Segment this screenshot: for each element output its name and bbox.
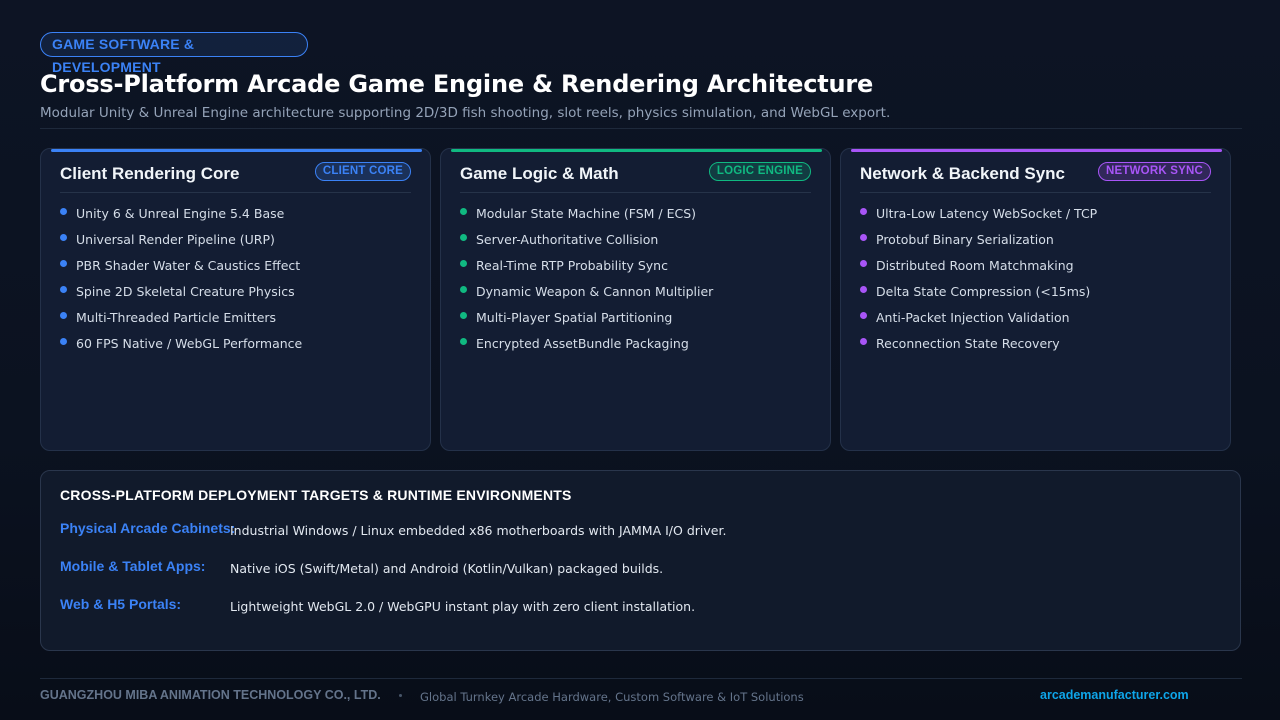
footer-separator-dot-icon xyxy=(399,694,402,697)
feature-list: Unity 6 & Unreal Engine 5.4 Base Univers… xyxy=(60,206,302,362)
feature-label: Anti-Packet Injection Validation xyxy=(876,310,1070,325)
category-tag: GAME SOFTWARE & DEVELOPMENT xyxy=(40,32,308,75)
deployment-label: Mobile & Tablet Apps: xyxy=(60,558,206,574)
feature-label: Server-Authoritative Collision xyxy=(476,232,659,247)
card-divider xyxy=(460,192,811,193)
bullet-dot-icon xyxy=(860,208,867,215)
page-subtitle: Modular Unity & Unreal Engine architectu… xyxy=(40,105,891,121)
bullet-dot-icon xyxy=(60,260,67,267)
footer-website-link[interactable]: arcademanufacturer.com xyxy=(1040,688,1189,702)
feature-label: Encrypted AssetBundle Packaging xyxy=(476,336,689,351)
bullet-dot-icon xyxy=(460,312,467,319)
feature-item: Modular State Machine (FSM / ECS) xyxy=(460,206,713,232)
feature-item: Anti-Packet Injection Validation xyxy=(860,310,1097,336)
card-game-logic: Game Logic & Math LOGIC ENGINE Modular S… xyxy=(440,148,831,451)
feature-label: PBR Shader Water & Caustics Effect xyxy=(76,258,301,273)
bullet-dot-icon xyxy=(860,338,867,345)
feature-list: Modular State Machine (FSM / ECS) Server… xyxy=(460,206,713,362)
feature-item: Reconnection State Recovery xyxy=(860,336,1097,362)
bullet-dot-icon xyxy=(860,286,867,293)
feature-item: Server-Authoritative Collision xyxy=(460,232,713,258)
feature-label: Distributed Room Matchmaking xyxy=(876,258,1074,273)
feature-label: Reconnection State Recovery xyxy=(876,336,1060,351)
feature-item: Multi-Threaded Particle Emitters xyxy=(60,310,302,336)
feature-item: Spine 2D Skeletal Creature Physics xyxy=(60,284,302,310)
card-divider xyxy=(60,192,411,193)
bullet-dot-icon xyxy=(860,260,867,267)
bullet-dot-icon xyxy=(60,312,67,319)
bullet-dot-icon xyxy=(60,286,67,293)
feature-label: Unity 6 & Unreal Engine 5.4 Base xyxy=(76,206,285,221)
card-network-sync: Network & Backend Sync NETWORK SYNC Ultr… xyxy=(840,148,1231,451)
page-title: Cross-Platform Arcade Game Engine & Rend… xyxy=(40,70,874,98)
feature-label: Ultra-Low Latency WebSocket / TCP xyxy=(876,206,1098,221)
feature-label: Multi-Player Spatial Partitioning xyxy=(476,310,673,325)
feature-item: Delta State Compression (<15ms) xyxy=(860,284,1097,310)
deployment-label: Web & H5 Portals: xyxy=(60,596,182,612)
footer-company: GUANGZHOU MIBA ANIMATION TECHNOLOGY CO.,… xyxy=(40,688,381,702)
deployment-value: Lightweight WebGL 2.0 / WebGPU instant p… xyxy=(230,599,696,614)
bullet-dot-icon xyxy=(460,260,467,267)
footer-tagline: Global Turnkey Arcade Hardware, Custom S… xyxy=(420,690,804,704)
card-badge: LOGIC ENGINE xyxy=(708,162,811,181)
deployment-value: Industrial Windows / Linux embedded x86 … xyxy=(230,523,727,538)
feature-item: Multi-Player Spatial Partitioning xyxy=(460,310,713,336)
feature-label: 60 FPS Native / WebGL Performance xyxy=(76,336,303,351)
bullet-dot-icon xyxy=(460,338,467,345)
card-accent-bar xyxy=(51,149,422,152)
card-title: Client Rendering Core xyxy=(60,164,240,183)
bullet-dot-icon xyxy=(60,234,67,241)
card-accent-bar xyxy=(851,149,1222,152)
feature-item: Ultra-Low Latency WebSocket / TCP xyxy=(860,206,1097,232)
bullet-dot-icon xyxy=(860,312,867,319)
card-title: Game Logic & Math xyxy=(460,164,619,183)
feature-label: Multi-Threaded Particle Emitters xyxy=(76,310,277,325)
deployment-label: Physical Arcade Cabinets: xyxy=(60,520,236,536)
feature-item: PBR Shader Water & Caustics Effect xyxy=(60,258,302,284)
feature-item: 60 FPS Native / WebGL Performance xyxy=(60,336,302,362)
feature-item: Distributed Room Matchmaking xyxy=(860,258,1097,284)
bullet-dot-icon xyxy=(60,338,67,345)
feature-item: Unity 6 & Unreal Engine 5.4 Base xyxy=(60,206,302,232)
bullet-dot-icon xyxy=(460,234,467,241)
card-badge: NETWORK SYNC xyxy=(1098,162,1211,181)
card-badge: CLIENT CORE xyxy=(314,162,411,181)
feature-label: Delta State Compression (<15ms) xyxy=(876,284,1091,299)
header-divider xyxy=(40,128,1242,129)
deployment-title: CROSS-PLATFORM DEPLOYMENT TARGETS & RUNT… xyxy=(60,487,572,503)
feature-label: Protobuf Binary Serialization xyxy=(876,232,1054,247)
feature-list: Ultra-Low Latency WebSocket / TCP Protob… xyxy=(860,206,1097,362)
footer-divider xyxy=(40,678,1242,679)
card-divider xyxy=(860,192,1211,193)
deployment-value: Native iOS (Swift/Metal) and Android (Ko… xyxy=(230,561,664,576)
bullet-dot-icon xyxy=(460,286,467,293)
feature-item: Encrypted AssetBundle Packaging xyxy=(460,336,713,362)
card-title: Network & Backend Sync xyxy=(860,164,1066,183)
feature-label: Modular State Machine (FSM / ECS) xyxy=(476,206,697,221)
feature-item: Protobuf Binary Serialization xyxy=(860,232,1097,258)
feature-label: Real-Time RTP Probability Sync xyxy=(476,258,668,273)
feature-label: Dynamic Weapon & Cannon Multiplier xyxy=(476,284,714,299)
card-accent-bar xyxy=(451,149,822,152)
feature-item: Universal Render Pipeline (URP) xyxy=(60,232,302,258)
feature-item: Dynamic Weapon & Cannon Multiplier xyxy=(460,284,713,310)
bullet-dot-icon xyxy=(860,234,867,241)
card-client-rendering: Client Rendering Core CLIENT CORE Unity … xyxy=(40,148,431,451)
bullet-dot-icon xyxy=(460,208,467,215)
feature-label: Spine 2D Skeletal Creature Physics xyxy=(76,284,295,299)
feature-item: Real-Time RTP Probability Sync xyxy=(460,258,713,284)
deployment-panel: CROSS-PLATFORM DEPLOYMENT TARGETS & RUNT… xyxy=(40,470,1241,651)
feature-label: Universal Render Pipeline (URP) xyxy=(76,232,275,247)
bullet-dot-icon xyxy=(60,208,67,215)
